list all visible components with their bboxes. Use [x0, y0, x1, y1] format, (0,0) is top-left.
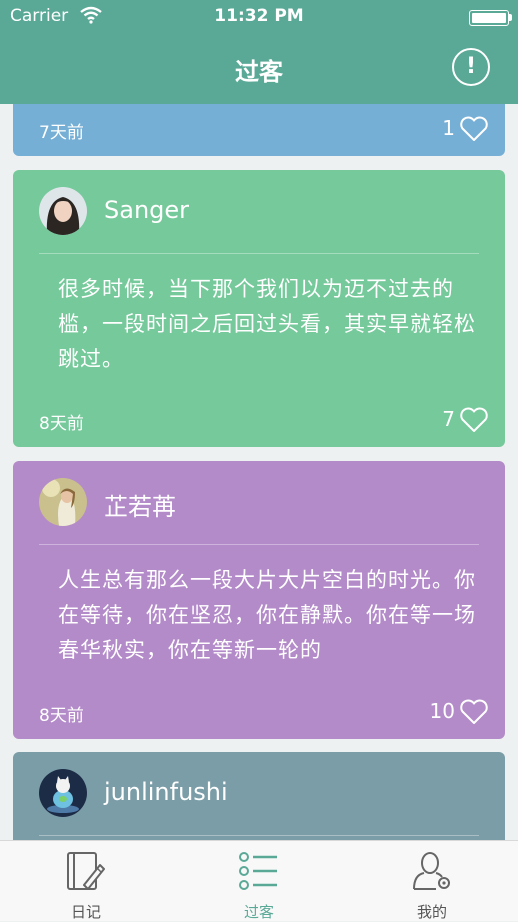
tab-label: 日记 — [70, 903, 101, 921]
profile-settings-icon — [412, 851, 452, 895]
username[interactable]: Sanger — [104, 196, 189, 224]
post-card[interactable]: junlinfushi — [13, 752, 505, 840]
avatar[interactable] — [39, 187, 87, 235]
divider — [39, 835, 479, 836]
divider — [39, 253, 479, 254]
username[interactable]: junlinfushi — [104, 778, 228, 806]
post-header: junlinfushi — [13, 752, 505, 836]
heart-icon — [460, 699, 488, 724]
post-card[interactable]: 7天前 1 — [13, 104, 505, 156]
post-time: 8天前 — [39, 706, 84, 726]
post-feed[interactable]: 7天前 1 Sanger 很多时候，当下那个我们以为迈不过去的槛，一段时间之后回… — [0, 104, 518, 840]
post-text[interactable]: 人生总有那么一段大片大片空白的时光。你在等待，你在坚忍，你在静默。你在等一场春华… — [58, 563, 478, 668]
tab-bar: 日记 过客 我的 — [0, 840, 518, 921]
divider — [39, 544, 479, 545]
battery-icon — [469, 10, 509, 26]
post-footer: 8天前 7 — [13, 395, 505, 447]
like-count: 7 — [442, 407, 455, 431]
battery-tip — [509, 14, 512, 21]
heart-icon — [460, 116, 488, 141]
like-count: 10 — [429, 699, 455, 723]
status-bar: Carrier 11:32 PM — [0, 0, 518, 34]
post-card[interactable]: 芷若苒 人生总有那么一段大片大片空白的时光。你在等待，你在坚忍，你在静默。你在等… — [13, 461, 505, 739]
tab-diary[interactable]: 日记 — [0, 841, 172, 921]
avatar[interactable] — [39, 769, 87, 817]
tab-label: 过客 — [243, 903, 274, 921]
heart-icon — [460, 407, 488, 432]
info-icon[interactable]: ! — [452, 48, 490, 86]
post-footer: 8天前 10 — [13, 687, 505, 739]
post-card[interactable]: Sanger 很多时候，当下那个我们以为迈不过去的槛，一段时间之后回过头看，其实… — [13, 170, 505, 447]
username[interactable]: 芷若苒 — [104, 487, 176, 522]
post-time: 7天前 — [39, 123, 84, 143]
post-time: 8天前 — [39, 414, 84, 434]
list-icon — [239, 851, 279, 895]
clock: 11:32 PM — [214, 6, 304, 26]
avatar[interactable] — [39, 478, 87, 526]
post-footer: 7天前 1 — [13, 104, 505, 156]
diary-icon — [66, 851, 106, 895]
tab-label: 我的 — [416, 903, 447, 921]
like-count: 1 — [442, 116, 455, 140]
tab-profile[interactable]: 我的 — [346, 841, 518, 921]
page-title: 过客 — [235, 58, 283, 86]
post-header: 芷若苒 — [13, 461, 505, 545]
navigation-bar: Carrier 11:32 PM 过客 ! — [0, 0, 518, 104]
tab-passersby[interactable]: 过客 — [173, 841, 345, 921]
post-header: Sanger — [13, 170, 505, 254]
post-text[interactable]: 很多时候，当下那个我们以为迈不过去的槛，一段时间之后回过头看，其实早就轻松跳过。 — [58, 272, 478, 377]
